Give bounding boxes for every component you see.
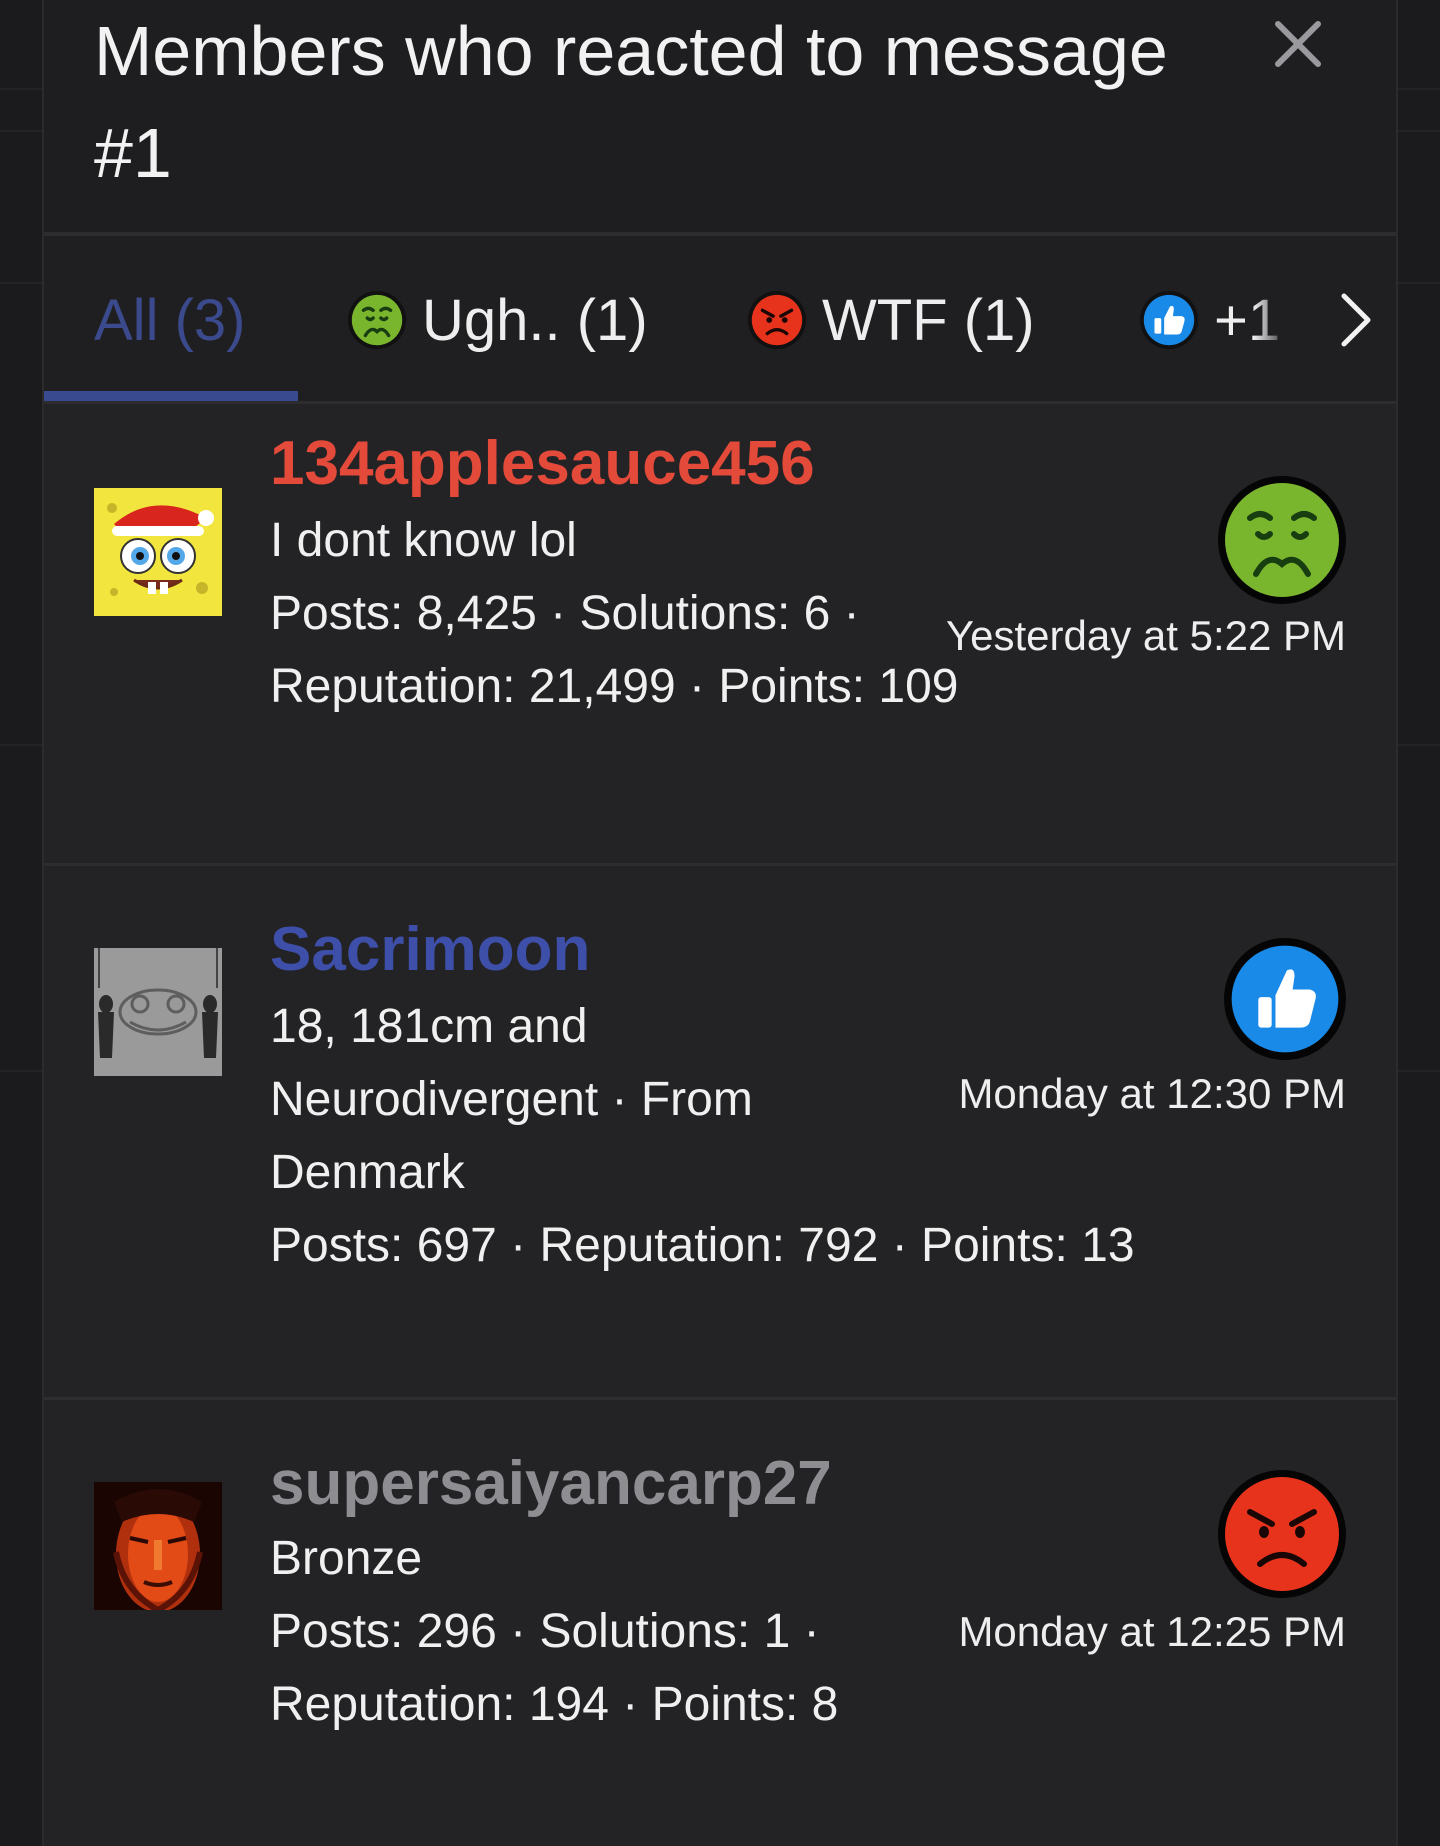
member-stats: Posts: 8,425 · Solutions: 6 · Reputation… — [270, 587, 959, 713]
modal-header: Members who reacted to message #1 — [44, 0, 1396, 236]
reaction-badge — [1218, 1470, 1346, 1598]
list-item: supersaiyancarp27 Bronze Posts: 296 · So… — [44, 1400, 1396, 1846]
modal-title: Members who reacted to message #1 — [94, 12, 1168, 192]
list-item: 134applesauce456 I dont know lol Posts: … — [44, 404, 1396, 866]
avatar-image — [94, 948, 222, 1076]
tabs-next-button[interactable] — [1316, 236, 1396, 404]
tab-wtf[interactable]: WTF (1) — [746, 236, 1035, 404]
like-icon — [1231, 945, 1339, 1053]
reaction-time[interactable]: Monday at 12:30 PM — [958, 1068, 1346, 1120]
tab-all[interactable]: All (3) — [94, 236, 245, 404]
list-item: Sacrimoon 18, 181cm and Neurodivergent ·… — [44, 866, 1396, 1400]
ugh-icon — [1225, 483, 1339, 597]
ugh-icon — [347, 290, 407, 350]
tab-wtf-label: WTF (1) — [822, 287, 1035, 353]
close-button[interactable] — [1266, 12, 1330, 76]
tab-more[interactable]: +1 — [1138, 236, 1318, 404]
member-stats: Posts: 296 · Solutions: 1 · Reputation: … — [270, 1605, 839, 1731]
reaction-time[interactable]: Monday at 12:25 PM — [958, 1606, 1346, 1658]
wtf-icon — [747, 290, 807, 350]
chevron-right-icon — [1341, 293, 1371, 347]
member-title: I dont know lol — [270, 514, 577, 567]
reaction-badge — [1218, 476, 1346, 604]
member-title: Bronze — [270, 1532, 423, 1585]
reaction-time[interactable]: Yesterday at 5:22 PM — [946, 610, 1346, 662]
avatar-image — [94, 488, 222, 616]
reaction-badge — [1224, 938, 1346, 1060]
tab-ugh[interactable]: Ugh.. (1) — [346, 236, 648, 404]
avatar[interactable] — [94, 488, 222, 616]
member-title: 18, 181cm and Neurodivergent · From Denm… — [270, 1000, 753, 1199]
avatar[interactable] — [94, 948, 222, 1076]
close-icon — [1275, 21, 1321, 67]
like-icon — [1139, 290, 1199, 350]
member-name[interactable]: supersaiyancarp27 — [270, 1444, 832, 1524]
avatar[interactable] — [94, 1482, 222, 1610]
wtf-icon — [1225, 1477, 1339, 1591]
active-tab-indicator — [44, 391, 298, 401]
member-name[interactable]: 134applesauce456 — [270, 424, 815, 504]
tab-all-label: All (3) — [94, 287, 246, 353]
avatar-image — [94, 1482, 222, 1610]
member-stats: Posts: 697 · Reputation: 792 · Points: 1… — [270, 1219, 1135, 1272]
reaction-tabs: All (3) Ugh.. (1) WTF (1) +1 — [44, 236, 1396, 404]
member-name[interactable]: Sacrimoon — [270, 910, 590, 990]
reactions-modal: Members who reacted to message #1 All (3… — [42, 0, 1398, 1846]
tab-more-label: +1 — [1214, 287, 1281, 353]
tab-ugh-label: Ugh.. (1) — [422, 287, 648, 353]
